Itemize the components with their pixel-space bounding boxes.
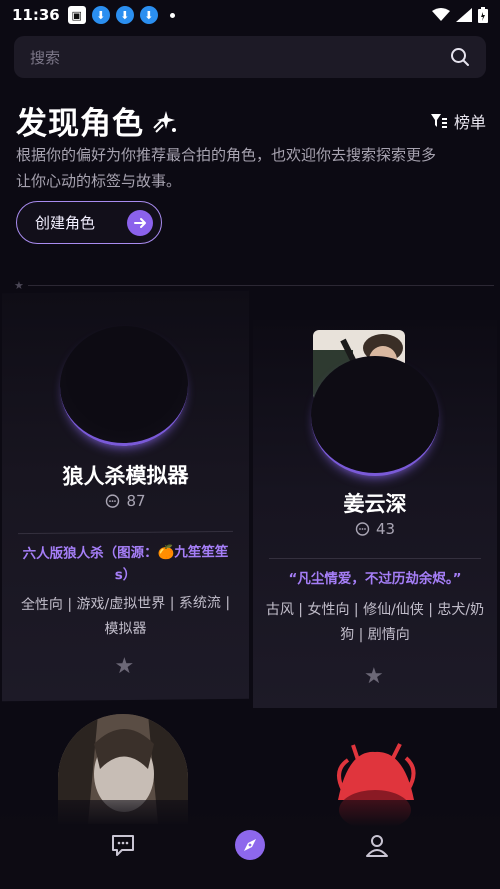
chat-bubble-icon (355, 521, 370, 536)
search-input[interactable]: 搜索 (14, 36, 486, 78)
ranking-label: 榜单 (453, 112, 486, 132)
character-name: 狼人杀模拟器 (62, 463, 189, 489)
search-placeholder: 搜索 (30, 48, 61, 67)
character-card[interactable]: 姜云深 43 “凡尘情爱，不过历劫余烬。” 古风 | 女性向 | 修仙/仙侠 |… (253, 320, 497, 708)
camera-notification-icon: ▣ (67, 6, 86, 24)
character-avatar (60, 325, 188, 447)
signal-icon (456, 8, 472, 22)
star-icon: ★ (14, 278, 24, 292)
chat-count: 43 (253, 520, 497, 538)
chat-count-value: 43 (375, 520, 396, 538)
message-icon (112, 834, 135, 856)
page-title: 发现角色 (16, 106, 144, 142)
character-tags: 全性向 | 游戏/虚拟世界 | 系统流 | 模拟器 (20, 594, 231, 638)
page-description: 根据你的偏好为你推荐最合拍的角色，也欢迎你去搜索探索更多让你心动的标签与故事。 (16, 146, 437, 190)
character-tagline: “凡尘情爱，不过历劫余烬。” (288, 571, 462, 587)
nav-profile[interactable] (357, 825, 397, 865)
sparkle-icon (153, 110, 176, 133)
arrow-right-icon (127, 210, 153, 236)
chat-bubble-icon (106, 493, 120, 508)
download-notification-icon: ⬇ (115, 6, 134, 24)
download-notification-icon: ⬇ (139, 6, 158, 24)
filter-list-icon (430, 113, 447, 128)
create-character-button[interactable]: 创建角色 (16, 201, 162, 244)
more-notifications-icon (169, 12, 175, 18)
character-tags: 古风 | 女性向 | 修仙/仙侠 | 忠犬/奶狗 | 剧情向 (265, 602, 485, 643)
favorite-star-icon[interactable]: ★ (364, 664, 384, 689)
character-name: 姜云深 (343, 492, 407, 516)
wifi-icon (432, 8, 450, 21)
nav-discover[interactable] (230, 825, 270, 865)
section-divider: ★ (14, 278, 494, 292)
download-notification-icon: ⬇ (91, 6, 110, 24)
character-avatar (311, 356, 439, 476)
character-tagline: 六人版狼人杀（图源：🍊九笙笙笙s） (22, 543, 229, 584)
compass-icon (234, 829, 265, 860)
status-time: 11:36 (12, 6, 60, 24)
favorite-star-icon[interactable]: ★ (115, 654, 135, 679)
chat-count-value: 87 (126, 491, 146, 510)
bottom-navigation (0, 800, 500, 889)
battery-icon (478, 7, 488, 23)
character-card[interactable]: 狼人杀模拟器 87 六人版狼人杀（图源：🍊九笙笙笙s） 全性向 | 游戏/虚拟世… (2, 290, 249, 702)
create-character-label: 创建角色 (35, 214, 96, 232)
search-icon[interactable] (450, 47, 470, 67)
status-bar: 11:36 ▣ ⬇ ⬇ ⬇ (0, 0, 500, 30)
chat-count: 87 (2, 491, 249, 512)
profile-icon (365, 834, 388, 857)
ranking-button[interactable]: 榜单 (430, 109, 486, 133)
nav-messages[interactable] (103, 825, 143, 865)
